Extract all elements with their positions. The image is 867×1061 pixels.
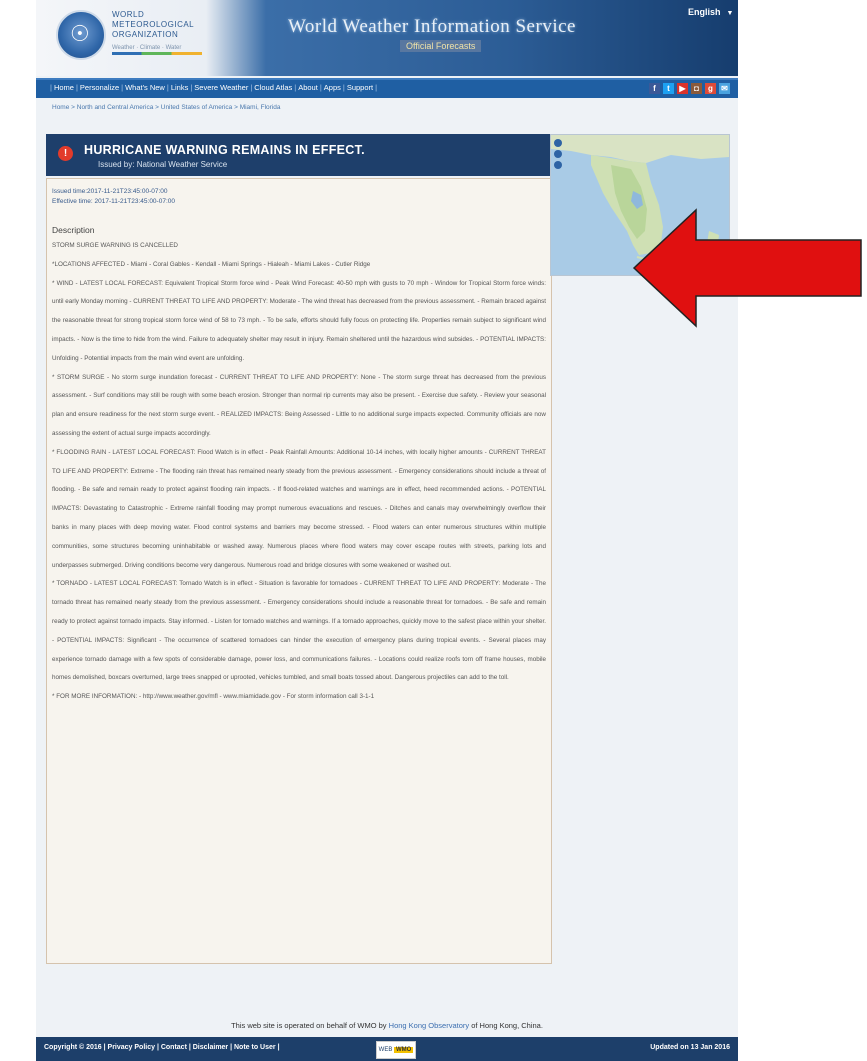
header-banner: ☉ WORLD METEOROLOGICAL ORGANIZATION Weat…: [36, 0, 738, 76]
nav-personalize[interactable]: Personalize: [80, 83, 119, 92]
footer-bar: Copyright © 2016 | Privacy Policy | Cont…: [36, 1037, 738, 1061]
footer-links[interactable]: Copyright © 2016 | Privacy Policy | Cont…: [44, 1044, 280, 1051]
main-nav: | Home | Personalize | What's New | Links | Sever…: [36, 78, 738, 98]
description-paragraph: * FOR MORE INFORMATION: - http://www.wea…: [52, 693, 375, 701]
breadcrumb[interactable]: Home > North and Central America > Unite…: [52, 104, 281, 111]
hko-link[interactable]: Hong Kong Observatory: [389, 1021, 469, 1030]
language-label: English: [688, 7, 721, 17]
alert-icon: !: [58, 146, 73, 161]
org-name-line: WORLD: [112, 10, 145, 19]
description-paragraph: * WIND - LATEST LOCAL FORECAST: Equivale…: [52, 279, 546, 362]
site-title: World Weather Information Service: [288, 16, 576, 37]
share-icon[interactable]: ✉: [719, 83, 730, 94]
googleplus-icon[interactable]: g: [705, 83, 716, 94]
nav-support[interactable]: Support: [347, 83, 373, 92]
youtube-icon[interactable]: ▶: [677, 83, 688, 94]
twitter-icon[interactable]: t: [663, 83, 674, 94]
nav-about[interactable]: About: [298, 83, 318, 92]
nav-links[interactable]: Links: [171, 83, 189, 92]
org-name-line: ORGANIZATION: [112, 30, 179, 39]
description-paragraph: *LOCATIONS AFFECTED - Miami - Coral Gabl…: [52, 260, 371, 268]
social-icons: f t ▶ ◘ g ✉: [649, 83, 730, 94]
description-paragraph: * FLOODING RAIN - LATEST LOCAL FORECAST:…: [52, 448, 546, 569]
red-arrow-icon: [632, 208, 862, 328]
updated-date: Updated on 13 Jan 2016: [650, 1044, 730, 1051]
chevron-down-icon: ▼: [726, 10, 734, 17]
operated-by-text: This web site is operated on behalf of W…: [36, 1021, 738, 1030]
map-zoom-controls: [554, 139, 562, 179]
logo-colorbar: [112, 52, 202, 55]
description-text: STORM SURGE WARNING IS CANCELLED *LOCATI…: [52, 237, 546, 707]
zoom-in-icon[interactable]: [554, 150, 562, 158]
description-paragraph: * STORM SURGE - No storm surge inundatio…: [52, 373, 546, 437]
instagram-icon[interactable]: ◘: [691, 83, 702, 94]
site-subtitle: Official Forecasts: [400, 40, 482, 52]
warning-body: Issued time:2017-11-21T23:45:00-07:00 Ef…: [46, 178, 552, 964]
warning-header: ! HURRICANE WARNING REMAINS IN EFFECT. I…: [46, 134, 550, 176]
zoom-out-icon[interactable]: [554, 161, 562, 169]
org-name: WORLD METEOROLOGICAL ORGANIZATION: [112, 10, 194, 40]
org-name-line: METEOROLOGICAL: [112, 20, 195, 29]
description-paragraph: STORM SURGE WARNING IS CANCELLED: [52, 242, 178, 249]
nav-severe-weather[interactable]: Severe Weather: [194, 83, 248, 92]
operated-prefix: This web site is operated on behalf of W…: [231, 1021, 387, 1030]
web-badge-highlight: WMO: [394, 1047, 414, 1053]
nav-whats-new[interactable]: What's New: [125, 83, 165, 92]
nav-items: | Home | Personalize | What's New | Links | Sever…: [50, 83, 378, 92]
facebook-icon[interactable]: f: [649, 83, 660, 94]
org-tagline: Weather · Climate · Water: [112, 45, 182, 51]
issued-time: Issued time:2017-11-21T23:45:00-07:00: [52, 188, 168, 195]
description-paragraph: * TORNADO - LATEST LOCAL FORECAST: Torna…: [52, 580, 546, 682]
web-badge-label: WEB: [378, 1047, 393, 1053]
operated-suffix: of Hong Kong, China.: [471, 1021, 543, 1030]
warning-title: HURRICANE WARNING REMAINS IN EFFECT.: [84, 143, 365, 157]
page: ☉ WORLD METEOROLOGICAL ORGANIZATION Weat…: [36, 0, 862, 1061]
language-selector[interactable]: English ▼: [688, 7, 733, 17]
web-badge[interactable]: WEB WMO: [376, 1041, 416, 1059]
description-label: Description: [52, 225, 95, 235]
wmo-logo-icon[interactable]: ☉: [56, 10, 106, 60]
nav-home[interactable]: Home: [54, 83, 74, 92]
pan-icon[interactable]: [554, 139, 562, 147]
nav-apps[interactable]: Apps: [324, 83, 341, 92]
effective-time: Effective time: 2017-11-21T23:45:00-07:0…: [52, 198, 175, 205]
warning-issuer: Issued by: National Weather Service: [98, 160, 228, 169]
nav-cloud-atlas[interactable]: Cloud Atlas: [254, 83, 292, 92]
